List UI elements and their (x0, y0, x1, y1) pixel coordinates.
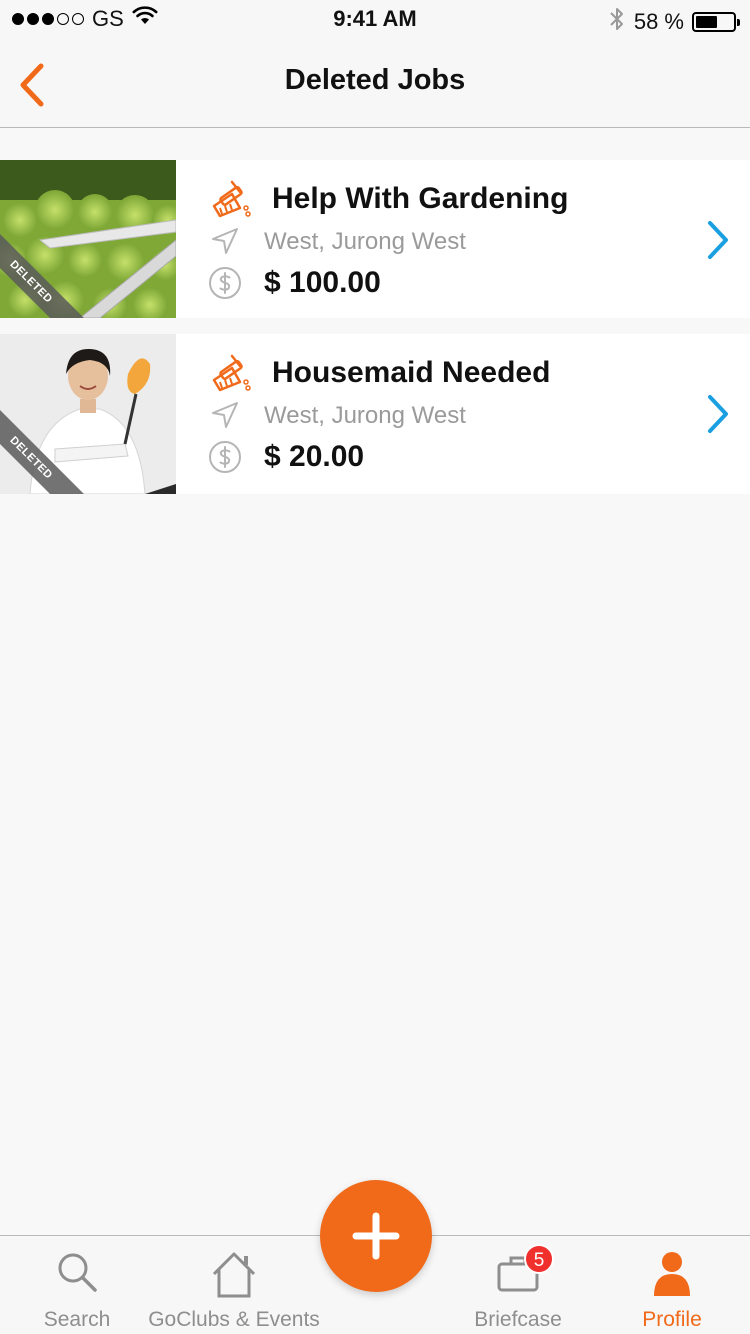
status-right: 58 % (608, 6, 740, 38)
job-card[interactable]: DELETED Help With Gardening West, Jurong… (0, 160, 750, 318)
location-arrow-icon (210, 400, 240, 435)
job-list: DELETED Help With Gardening West, Jurong… (0, 160, 750, 510)
home-icon (208, 1250, 260, 1305)
add-job-button[interactable] (320, 1180, 432, 1292)
job-title: Housemaid Needed (272, 356, 551, 389)
notification-badge: 5 (524, 1244, 554, 1274)
tab-label: Briefcase (474, 1308, 562, 1331)
tab-label: Search (43, 1308, 111, 1331)
battery-level (696, 16, 717, 28)
job-price: $ 20.00 (264, 440, 365, 473)
battery-percent: 58 % (633, 9, 684, 34)
dollar-icon (208, 266, 242, 305)
battery-icon (692, 12, 740, 32)
tab-search[interactable]: Search (14, 1236, 140, 1334)
housemaid-photo: DELETED (0, 334, 176, 494)
broom-icon (210, 354, 252, 399)
chevron-right-icon (706, 220, 730, 265)
job-location: West, Jurong West (264, 402, 466, 429)
location-arrow-icon (210, 226, 240, 261)
tab-label: Profile (642, 1308, 702, 1331)
bluetooth-icon (608, 6, 626, 38)
tab-goclubs-events[interactable]: GoClubs & Events (140, 1236, 328, 1334)
dollar-icon (208, 440, 242, 479)
navigation-bar: Deleted Jobs (0, 40, 750, 128)
job-price: $ 100.00 (264, 266, 381, 299)
chevron-right-icon (706, 394, 730, 439)
job-title: Help With Gardening (272, 182, 569, 215)
profile-icon (652, 1250, 692, 1303)
page-title: Deleted Jobs (284, 64, 466, 96)
broom-icon (210, 180, 252, 225)
job-card[interactable]: DELETED Housemaid Needed West, Jurong We… (0, 334, 750, 494)
plus-icon (352, 1212, 400, 1260)
hedge-shears-photo: DELETED (0, 160, 176, 318)
job-location: West, Jurong West (264, 228, 466, 255)
tab-briefcase[interactable]: 5 Briefcase (460, 1236, 576, 1334)
tab-label: GoClubs & Events (148, 1308, 320, 1331)
search-icon (55, 1250, 99, 1299)
tab-profile[interactable]: Profile (620, 1236, 724, 1334)
status-bar: GS 9:41 AM 58 % (0, 0, 750, 40)
